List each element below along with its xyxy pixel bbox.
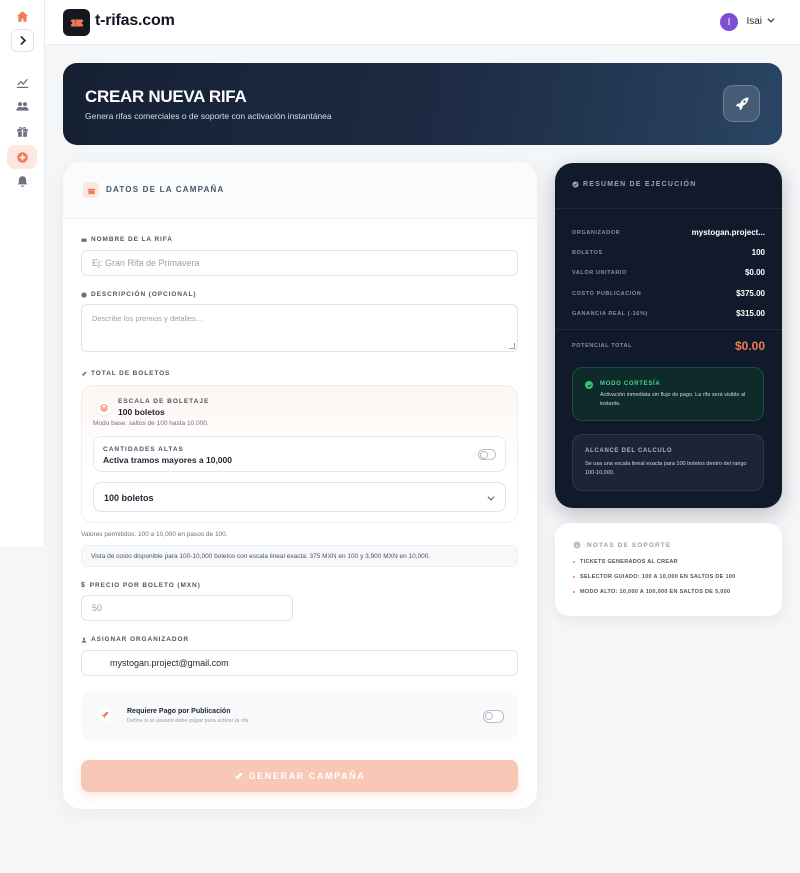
description-placeholder: Describe los premios y detalles... (92, 314, 203, 323)
info-icon (81, 291, 87, 298)
rocket-icon (234, 772, 242, 780)
scope-text: Se usa una escala lineal exacta para 100… (585, 461, 747, 476)
ticket-logo-icon (63, 9, 90, 36)
hero-banner: CREAR NUEVA RIFA Genera rifas comerciale… (63, 63, 782, 145)
organizer-input[interactable]: mystogan.project@gmail.com (81, 650, 518, 676)
check-circle-icon (572, 181, 579, 188)
scope-title: ALCANCE DEL CALCULO (585, 448, 673, 454)
support-notes-card: NOTAS DE SOPORTE TICKETS GENERADOS AL CR… (555, 523, 782, 616)
gift-icon[interactable] (11, 120, 34, 143)
summary-value-real-profit: $315.00 (736, 309, 765, 318)
chevron-right-icon (20, 35, 27, 46)
generate-campaign-button[interactable]: GENERAR CAMPAÑA (81, 760, 518, 792)
summary-key-total: POTENCIAL TOTAL (572, 343, 633, 349)
summary-title-text: RESUMEN DE EJECUCIÓN (583, 181, 697, 188)
payment-toggle[interactable] (483, 710, 504, 723)
create-raffle-nav-item[interactable] (7, 145, 37, 169)
name-label: NOMBRE DE LA RIFA (81, 236, 173, 243)
summary-title: RESUMEN DE EJECUCIÓN (572, 181, 696, 188)
users-icon[interactable] (11, 95, 34, 118)
chevron-down-icon (487, 496, 495, 501)
list-item: SELECTOR GUIADO: 100 A 10,000 EN SALTOS … (573, 574, 736, 580)
scale-value: 100 boletos (118, 407, 165, 417)
raffle-name-input[interactable]: Ej: Gran Rifa de Primavera (81, 250, 518, 276)
execution-summary-panel: RESUMEN DE EJECUCIÓN ORGANIZADOR mystoga… (555, 163, 782, 508)
description-label: DESCRIPCIÓN (OPCIONAL) (81, 291, 196, 298)
home-icon[interactable] (11, 5, 34, 28)
cost-info-strip: Vista de costo disponible para 100-10,00… (81, 545, 518, 567)
info-icon (573, 541, 581, 549)
price-input[interactable]: 50 (81, 595, 293, 621)
list-item: MODO ALTO: 10,000 A 100,000 EN SALTOS DE… (573, 589, 730, 595)
price-label: $ PRECIO POR BOLETO (MXN) (81, 582, 201, 589)
organizer-label: ASIGNAR ORGANIZADOR (81, 636, 189, 643)
top-bar: t-rifas.com I Isai (45, 0, 800, 45)
tag-icon (81, 238, 87, 242)
summary-value-total: $0.00 (734, 339, 765, 353)
gift-icon (83, 182, 99, 198)
brand-name[interactable]: t-rifas.com (95, 12, 175, 30)
courtesy-title: MODO CORTESÍA (600, 381, 661, 387)
section-title: DATOS DE LA CAMPAÑA (106, 185, 225, 194)
plus-circle-icon (16, 151, 28, 163)
dollar-icon: $ (81, 582, 86, 589)
sidebar (0, 0, 45, 546)
user-icon (81, 637, 87, 643)
check-circle-icon (585, 381, 593, 389)
notes-title: NOTAS DE SOPORTE (573, 541, 671, 549)
organizer-label-text: ASIGNAR ORGANIZADOR (91, 636, 189, 643)
resize-handle-icon[interactable] (509, 343, 515, 349)
summary-value-organizer: mystogan.project... (691, 228, 765, 237)
calculation-scope-card: ALCANCE DEL CALCULO Se usa una escala li… (572, 434, 764, 491)
high-quantities-toggle[interactable] (478, 449, 496, 460)
generate-campaign-label: GENERAR CAMPAÑA (248, 771, 366, 781)
description-textarea[interactable]: Describe los premios y detalles... (81, 304, 518, 352)
payment-required-option: Requiere Pago por Publicación Define si … (81, 692, 518, 740)
tickets-select-value: 100 boletos (104, 493, 154, 503)
rocket-icon (81, 371, 87, 376)
rocket-icon (98, 708, 112, 722)
chevron-down-icon[interactable] (766, 15, 776, 25)
courtesy-mode-card: MODO CORTESÍA Activación inmediata sin f… (572, 367, 764, 421)
high-quantities-label: CANTIDADES ALTAS (103, 446, 184, 453)
tickets-select[interactable]: 100 boletos (93, 482, 506, 512)
summary-key-publication-cost: COSTO PUBLICACION (572, 291, 642, 297)
page-subtitle: Genera rifas comerciales o de soporte co… (85, 111, 332, 121)
price-label-text: PRECIO POR BOLETO (MXN) (89, 582, 201, 589)
summary-value-unit-value: $0.00 (744, 268, 765, 277)
page-title: CREAR NUEVA RIFA (85, 87, 247, 106)
allowed-values-hint: Valores permitidos: 100 a 10,000 en paso… (81, 531, 228, 538)
high-quantities-option: CANTIDADES ALTAS Activa tramos mayores a… (93, 436, 506, 472)
scale-note: Modo base: saltos de 100 hasta 10,000. (93, 420, 209, 427)
tickets-label: TOTAL DE BOLETOS (81, 370, 170, 377)
high-quantities-text: Activa tramos mayores a 10,000 (103, 455, 232, 465)
scale-label: ESCALA DE BOLETAJE (118, 398, 210, 405)
summary-key-real-profit: GANANCIA REAL (-16%) (572, 311, 648, 317)
tickets-label-text: TOTAL DE BOLETOS (91, 370, 171, 377)
layers-icon (97, 401, 111, 415)
ticket-scale-panel: ESCALA DE BOLETAJE 100 boletos Modo base… (81, 385, 518, 523)
sidebar-toggle-button[interactable] (11, 29, 34, 52)
list-item: TICKETS GENERADOS AL CREAR (573, 559, 678, 565)
payment-subtitle: Define si el usuario debe pagar para act… (127, 718, 249, 724)
summary-value-tickets: 100 (751, 248, 765, 257)
card-header: DATOS DE LA CAMPAÑA (63, 162, 537, 219)
avatar[interactable]: I (720, 13, 738, 31)
payment-title: Requiere Pago por Publicación (127, 708, 231, 715)
summary-value-publication-cost: $375.00 (736, 289, 765, 298)
name-label-text: NOMBRE DE LA RIFA (91, 236, 173, 243)
notes-title-text: NOTAS DE SOPORTE (587, 541, 672, 549)
bell-icon[interactable] (11, 170, 34, 193)
rocket-icon (723, 85, 760, 122)
divider (555, 208, 782, 209)
user-name[interactable]: Isai (746, 16, 762, 27)
divider (555, 329, 782, 330)
courtesy-text: Activación inmediata sin flujo de pago. … (600, 392, 746, 407)
description-label-text: DESCRIPCIÓN (OPCIONAL) (91, 291, 197, 298)
summary-key-unit-value: VALOR UNITARIO (572, 270, 627, 276)
summary-key-tickets: BOLETOS (572, 250, 603, 256)
summary-key-organizer: ORGANIZADOR (572, 230, 621, 236)
campaign-form-card: DATOS DE LA CAMPAÑA NOMBRE DE LA RIFA Ej… (63, 162, 537, 809)
chart-icon[interactable] (11, 71, 34, 94)
